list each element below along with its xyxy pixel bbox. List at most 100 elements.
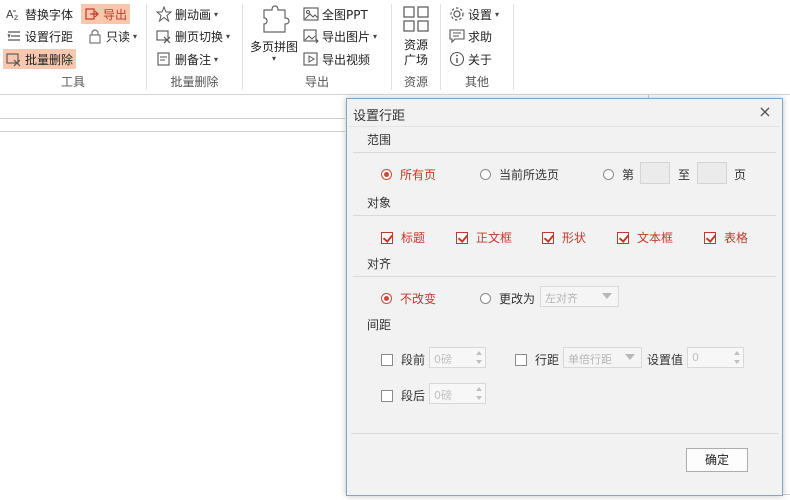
about-label: 关于 (468, 52, 493, 67)
line-spacing-select[interactable]: 单倍行距 (563, 347, 642, 368)
resource-plaza-button[interactable]: 资源 广场 (396, 4, 436, 67)
before-value: 0磅 (434, 353, 452, 366)
radio-button[interactable] (480, 293, 491, 304)
batch-delete-icon (6, 51, 22, 67)
tools-group-label: 工具 (60, 75, 85, 89)
radio-button[interactable] (381, 169, 392, 180)
set-line-spacing-label: 设置行距 (25, 29, 74, 44)
checkbox-line-spacing[interactable]: 行距 (515, 351, 559, 368)
set-value-value: 0 (692, 351, 699, 364)
ribbon: Az 替换字体 导出 设置行距 只读 ▾ 批量删除 工具 删动画 ▾ 删页切换 … (0, 0, 790, 95)
checkbox-shape[interactable]: 形状 (542, 229, 586, 246)
close-icon[interactable]: × (756, 103, 774, 121)
radio-all-pages[interactable]: 所有页 (381, 166, 436, 183)
page-from-input[interactable] (640, 162, 670, 184)
export-image-button[interactable]: 导出图片 ▾ (300, 26, 380, 46)
multi-page-collage-button[interactable]: 多页拼图 ▾ (248, 4, 300, 63)
checkbox[interactable] (381, 353, 393, 366)
section-divider (353, 215, 776, 216)
read-only-button[interactable]: 只读 ▾ (84, 26, 140, 46)
puzzle-icon (258, 4, 290, 36)
batch-delete-group-label: 批量删除 (170, 75, 219, 89)
radio-button[interactable] (603, 169, 614, 180)
export-tool-label: 导出 (103, 7, 128, 22)
checkbox[interactable] (515, 353, 527, 366)
info-icon (449, 51, 465, 67)
radio-change-to[interactable]: 更改为 (480, 290, 535, 307)
range-section-label: 范围 (367, 131, 396, 148)
radio-button[interactable] (480, 169, 491, 180)
replace-font-label: 替换字体 (25, 7, 74, 22)
after-stepper[interactable]: 0磅 (429, 383, 486, 404)
dialog-title-bar[interactable]: 设置行距 × (347, 99, 782, 127)
resources-group-label: 资源 (403, 75, 428, 89)
chevron-down-icon[interactable] (476, 360, 482, 364)
current-selected-label: 当前所选页 (499, 168, 560, 182)
checkbox-table[interactable]: 表格 (704, 229, 748, 246)
chevron-down-icon: ▾ (133, 31, 138, 41)
radio-no-change[interactable]: 不改变 (381, 290, 436, 307)
export-video-label: 导出视频 (322, 52, 371, 67)
help-button[interactable]: 求助 (446, 26, 495, 46)
chevron-down-icon[interactable] (476, 396, 482, 400)
title-divider (349, 126, 780, 127)
export-group: 多页拼图 ▾ 全图PPT 导出图片 ▾ 导出视频 导出 (243, 0, 391, 93)
align-select-value: 左对齐 (545, 292, 578, 305)
checkbox[interactable] (381, 231, 393, 244)
full-ppt-button[interactable]: 全图PPT (300, 4, 371, 24)
replace-font-button[interactable]: Az 替换字体 (3, 4, 76, 24)
checkbox[interactable] (381, 389, 393, 402)
about-button[interactable]: 关于 (446, 49, 495, 69)
settings-button[interactable]: 设置 ▾ (446, 4, 502, 24)
chevron-up-icon[interactable] (476, 387, 482, 391)
read-only-label: 只读 (106, 29, 131, 44)
checkbox-before[interactable]: 段前 (381, 351, 425, 368)
gear-icon (449, 6, 465, 22)
chevron-down-icon: ▾ (373, 31, 378, 41)
video-icon (303, 51, 319, 67)
image-icon (303, 6, 319, 22)
export-video-button[interactable]: 导出视频 (300, 49, 373, 69)
radio-button[interactable] (381, 293, 392, 304)
checkbox-title[interactable]: 标题 (381, 229, 425, 246)
checkbox[interactable] (704, 231, 716, 244)
set-value-stepper[interactable]: 0 (687, 347, 744, 368)
page-prefix-label: 第 (622, 168, 635, 182)
other-group-label: 其他 (464, 75, 489, 89)
checkbox-body-box[interactable]: 正文框 (456, 229, 512, 246)
checkbox[interactable] (542, 231, 554, 244)
lock-icon (87, 28, 103, 44)
shape-option-label: 形状 (562, 231, 587, 245)
before-stepper[interactable]: 0磅 (429, 347, 486, 368)
checkbox-after[interactable]: 段后 (381, 387, 425, 404)
radio-current-selected[interactable]: 当前所选页 (480, 166, 559, 183)
objects-section-label: 对象 (367, 194, 396, 211)
checkbox[interactable] (617, 231, 629, 244)
footer-divider (351, 433, 778, 434)
chevron-up-icon[interactable] (734, 351, 740, 355)
delete-notes-button[interactable]: 删备注 ▾ (153, 49, 221, 69)
after-label: 段后 (401, 389, 426, 403)
export-tool-button[interactable]: 导出 (81, 4, 131, 24)
set-line-spacing-button[interactable]: 设置行距 (3, 26, 76, 46)
align-select[interactable]: 左对齐 (540, 286, 619, 307)
transition-delete-icon (156, 28, 172, 44)
export-image-label: 导出图片 (322, 29, 371, 44)
checkbox[interactable] (456, 231, 468, 244)
settings-label: 设置 (468, 7, 493, 22)
replace-font-icon: Az (6, 6, 22, 22)
page-to-input[interactable] (697, 162, 727, 184)
spacing-section: 间距 (351, 316, 778, 333)
full-ppt-label: 全图PPT (322, 7, 368, 22)
chevron-up-icon[interactable] (476, 351, 482, 355)
chevron-down-icon[interactable] (734, 360, 740, 364)
delete-transition-button[interactable]: 删页切换 ▾ (153, 26, 233, 46)
radio-page-range[interactable]: 第 (603, 166, 634, 183)
delete-animation-button[interactable]: 删动画 ▾ (153, 4, 221, 24)
batch-delete-tool-button[interactable]: 批量删除 (3, 49, 77, 69)
checkbox-text-box[interactable]: 文本框 (617, 229, 673, 246)
ok-button[interactable]: 确定 (686, 448, 748, 472)
before-label: 段前 (401, 353, 426, 367)
other-group: 设置 ▾ 求助 关于 其他 (441, 0, 513, 93)
change-to-label: 更改为 (499, 292, 536, 306)
